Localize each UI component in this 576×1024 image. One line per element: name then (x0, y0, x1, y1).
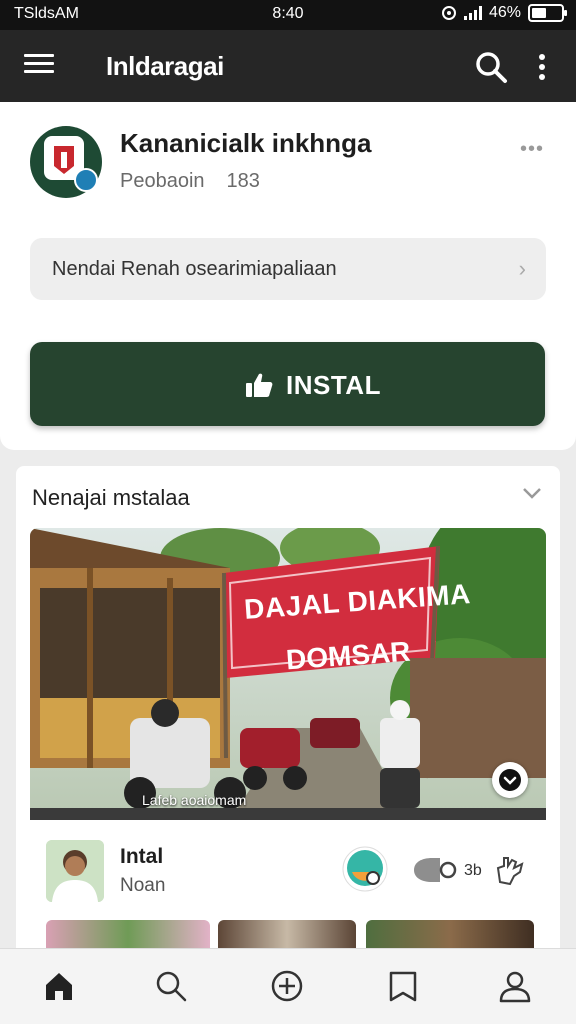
share-icon[interactable] (410, 852, 458, 888)
battery-icon (528, 4, 567, 22)
app-bar: Inldaragai (0, 30, 576, 102)
home-icon[interactable] (42, 969, 76, 1003)
hand-icon[interactable] (494, 854, 526, 886)
verified-badge-icon (74, 168, 98, 192)
chevron-right-icon: › (518, 256, 526, 281)
publisher-name[interactable]: Peobaoin (120, 170, 205, 192)
download-count: 183 (226, 170, 260, 192)
install-label: INSTAL (286, 370, 381, 400)
bookmark-icon[interactable] (386, 969, 420, 1003)
battery-percentage: 46% (488, 4, 521, 21)
search-icon[interactable] (474, 50, 508, 84)
app-bar-title: Inldaragai (106, 51, 224, 81)
chat-app-icon[interactable] (342, 846, 388, 892)
avatar[interactable] (46, 840, 104, 902)
app-name: Kananicialk inkhnga (120, 128, 372, 158)
chevron-down-icon[interactable] (522, 486, 542, 500)
thumbnail-2[interactable] (218, 920, 356, 950)
info-row[interactable]: Nendai Renah osearimiapaliaan › (30, 238, 546, 300)
info-row-text: Nendai Renah osearimiapaliaan (52, 258, 337, 280)
more-horiz-icon[interactable]: ••• (520, 138, 544, 161)
profile-icon[interactable] (498, 969, 532, 1003)
add-circle-icon[interactable] (270, 969, 304, 1003)
search-icon[interactable] (154, 969, 188, 1003)
app-meta: Peobaoin 183 (120, 170, 260, 193)
hero-caption: Lafeb aoaiomam (142, 792, 247, 808)
post-subtitle: Noan (120, 875, 166, 896)
thumbnail-1[interactable] (46, 920, 210, 950)
install-button[interactable]: INSTAL (30, 342, 545, 426)
more-vert-icon[interactable] (532, 50, 552, 84)
expand-button[interactable] (492, 762, 528, 798)
chevron-down-icon (499, 769, 521, 791)
thumbs-up-icon (246, 373, 273, 397)
status-bar: TSldsAM 8:40 46% (0, 0, 576, 30)
signal-icon (463, 6, 482, 20)
vpn-icon (441, 6, 456, 20)
post-title: Intal (120, 845, 164, 868)
bottom-navigation (0, 948, 576, 1024)
clock: 8:40 (272, 5, 304, 22)
app-icon (30, 126, 102, 198)
section-title: Nenajai mstalaa (32, 485, 190, 510)
menu-icon[interactable] (24, 54, 54, 78)
share-count: 3b (464, 862, 482, 879)
thumbnail-3[interactable] (366, 920, 534, 950)
